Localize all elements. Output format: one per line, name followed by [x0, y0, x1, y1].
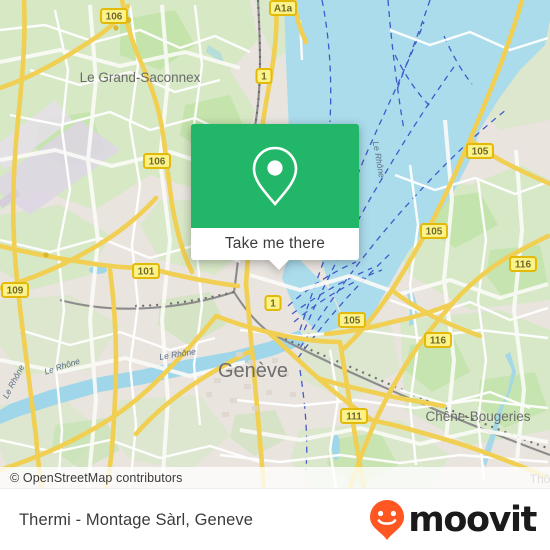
road-shield: 101 — [132, 263, 160, 279]
road-shield: 105 — [466, 143, 494, 159]
map-river-label: Le Rhône — [159, 346, 197, 362]
location-pin-icon — [252, 146, 298, 207]
map-river-label: Le Rhône — [43, 356, 81, 377]
osm-attribution-text: © OpenStreetMap contributors — [10, 470, 183, 485]
road-shield-label: 105 — [472, 147, 489, 158]
moovit-smile-pin-icon — [370, 500, 405, 540]
road-shield: 105 — [420, 223, 448, 239]
road-shield: 106 — [100, 8, 128, 24]
road-shield: 1 — [255, 68, 273, 84]
road-shield: 1 — [264, 295, 282, 311]
road-shield-label: 116 — [515, 260, 532, 271]
road-shield-label: 1 — [261, 72, 267, 83]
road-shield-label: 1 — [270, 299, 276, 310]
osm-attribution[interactable]: © OpenStreetMap contributors — [0, 467, 550, 488]
road-shield-label: 116 — [430, 336, 447, 347]
moovit-map-screenshot: Le Grand-Saconnex Genève Chêne-Bougeries Th… — [0, 0, 550, 550]
map-place-label: Genève — [218, 360, 288, 382]
map-river-label: Le Rhône — [371, 140, 387, 178]
callout-pin-area — [191, 124, 359, 228]
take-me-there-label: Take me there — [224, 235, 326, 252]
road-shield: 116 — [424, 332, 452, 348]
footer-bar: Thermi - Montage Sàrl, Geneve moovit — [0, 488, 550, 550]
road-shield-label: 105 — [426, 227, 443, 238]
moovit-logo[interactable]: moovit — [368, 499, 537, 541]
road-shield: A1a — [269, 0, 297, 16]
moovit-wordmark: moovit — [408, 499, 537, 540]
map-place-label: Le Grand-Saconnex — [80, 70, 201, 85]
road-shield-label: 109 — [7, 286, 24, 297]
road-shield: 105 — [338, 312, 366, 328]
road-shield-label: 111 — [346, 412, 362, 423]
road-shield-label: 105 — [344, 316, 361, 327]
road-shield: 116 — [509, 256, 537, 272]
road-shield: 106 — [143, 153, 171, 169]
map-place-label: Chêne-Bougeries — [425, 409, 530, 424]
map-river-label: Le Rhône — [0, 363, 26, 400]
destination-callout-card[interactable]: Take me there — [191, 124, 359, 270]
road-shield-label: 106 — [149, 157, 166, 168]
road-shield-label: 106 — [106, 12, 123, 23]
road-shield-label: A1a — [274, 4, 293, 15]
map-canvas[interactable]: Le Grand-SaconnexGenèveChêne-BougeriesTh… — [0, 0, 550, 488]
road-shield: 111 — [340, 408, 368, 424]
take-me-there-button[interactable]: Take me there — [191, 228, 359, 260]
road-shield: 109 — [1, 282, 29, 298]
place-title: Thermi - Montage Sàrl, Geneve — [19, 510, 253, 529]
road-shield-label: 101 — [138, 267, 155, 278]
callout-pointer — [268, 259, 290, 270]
